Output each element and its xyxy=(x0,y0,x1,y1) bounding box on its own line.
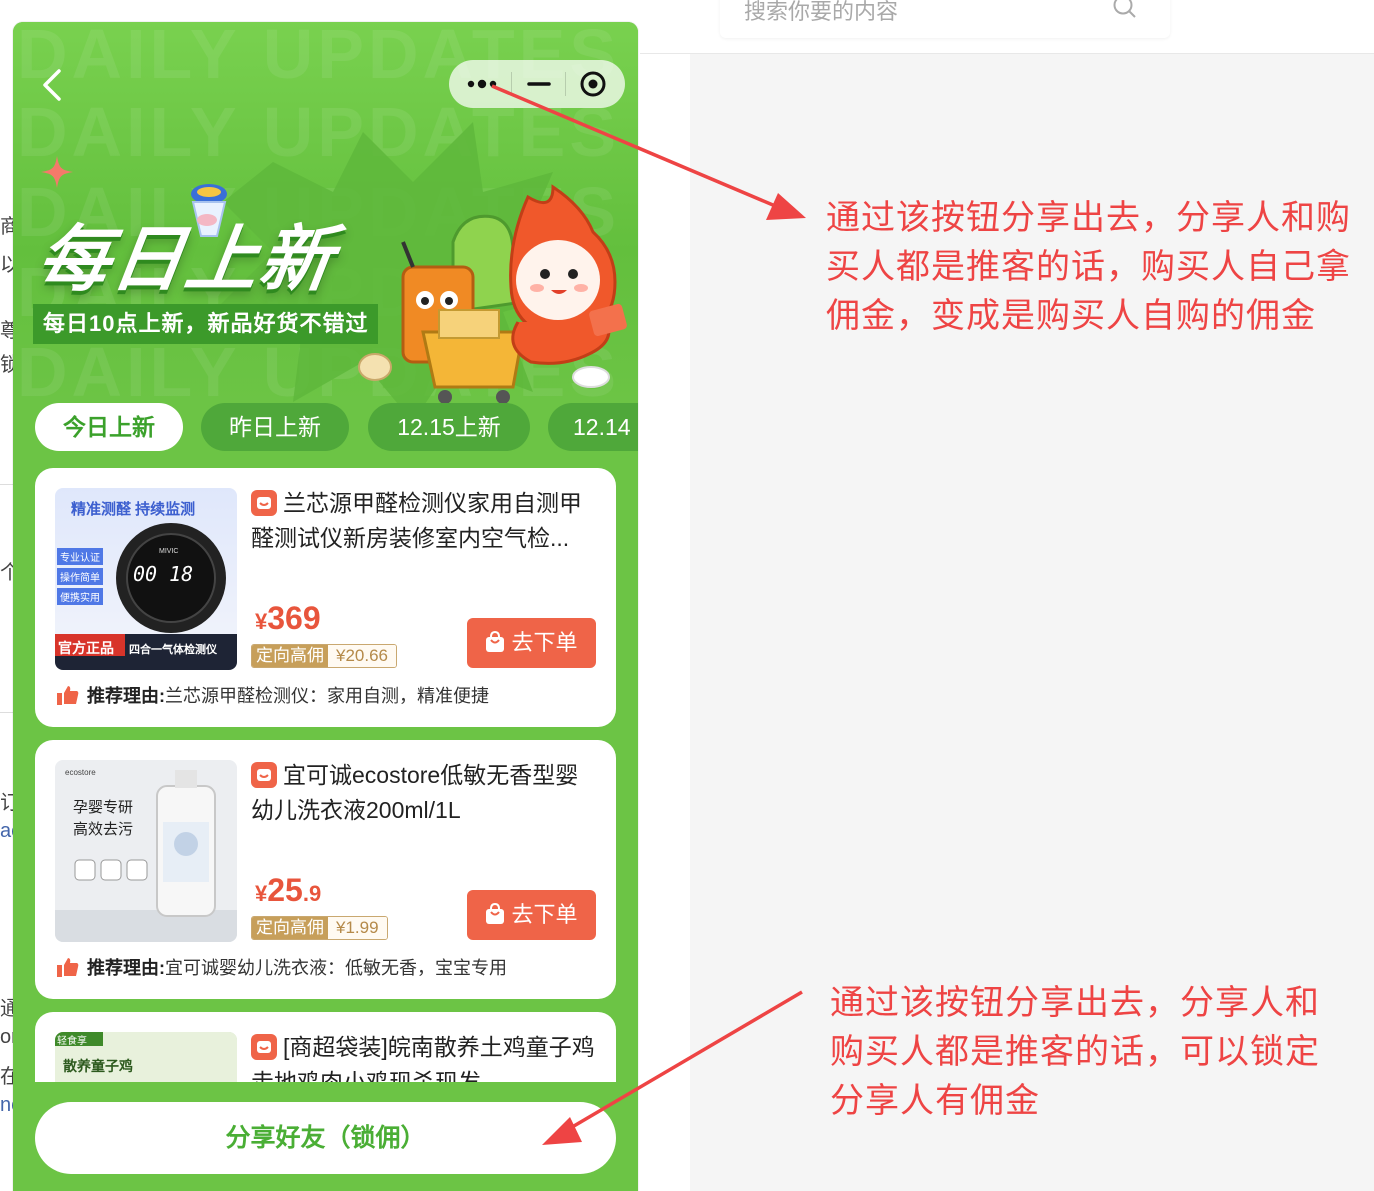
commission-label: 定向高佣 xyxy=(252,917,328,939)
product-price: ¥25.9 xyxy=(255,872,321,909)
annotation-bottom: 通过该按钮分享出去，分享人和 购买人都是推客的话，可以锁定 分享人有佣金 xyxy=(830,979,1320,1126)
buy-button[interactable]: 去下单 xyxy=(467,890,596,940)
recommend-reason: 推荐理由:兰芯源甲醛检测仪：家用自测，精准便捷 xyxy=(57,682,489,708)
image-headline: 高效去污 xyxy=(73,821,134,838)
divider xyxy=(565,72,566,96)
currency-symbol: ¥ xyxy=(255,609,268,634)
background-text: ac xyxy=(0,820,14,842)
product-card[interactable]: 精准测醛 持续监测 专业认证 操作简单 便携实用 MIVIC 00 18 官方正… xyxy=(35,468,616,727)
product-card[interactable]: ecostore 孕婴专研 高效去污 宜可诚ecostore低敏无香型婴幼儿洗衣… xyxy=(35,740,616,999)
currency-symbol: ¥ xyxy=(255,881,268,906)
annotation-line: 通过该按钮分享出去，分享人和 xyxy=(830,984,1320,1022)
product-price: ¥369 xyxy=(255,600,321,637)
image-brand: ecostore xyxy=(65,768,96,777)
minimize-icon[interactable] xyxy=(523,68,555,100)
product-title[interactable]: 宜可诚ecostore低敏无香型婴幼儿洗衣液200ml/1L xyxy=(251,758,601,828)
sparkle-icon xyxy=(41,156,73,188)
capsule-menu xyxy=(449,60,625,108)
image-headline: 散养童子鸡 xyxy=(63,1058,133,1074)
image-badge: 操作简单 xyxy=(57,568,103,585)
background-text: 锁 xyxy=(0,354,14,376)
share-friends-button[interactable]: 分享好友（锁佣） xyxy=(35,1102,616,1174)
bottom-bar: 分享好友（锁佣） xyxy=(13,1082,638,1191)
annotation-line: 买人都是推客的话，购买人自己拿 xyxy=(826,248,1351,286)
image-footer-text: 四合一气体检测仪 xyxy=(129,644,217,656)
product-image[interactable]: ecostore 孕婴专研 高效去污 xyxy=(55,760,237,942)
shopping-bag-icon xyxy=(486,631,505,652)
background-text: or xyxy=(0,1026,14,1048)
thumbs-up-icon xyxy=(57,958,79,977)
annotation-line: 分享人有佣金 xyxy=(830,1082,1040,1120)
image-headline: 精准测醛 持续监测 xyxy=(71,501,196,518)
annotation-line: 购买人都是推客的话，可以锁定 xyxy=(830,1033,1320,1071)
laundry-detergent-image xyxy=(55,760,237,942)
buy-button-label: 去下单 xyxy=(511,902,578,927)
back-chevron-icon[interactable] xyxy=(39,68,65,102)
buy-button[interactable]: 去下单 xyxy=(467,618,596,668)
price-decimal: .9 xyxy=(302,881,322,906)
commission-badge: 定向高佣 ¥1.99 xyxy=(251,916,388,940)
background-text: nc xyxy=(0,1094,14,1116)
search-icon[interactable] xyxy=(1112,0,1138,20)
image-badge: 便携实用 xyxy=(57,588,103,605)
reason-text: 兰芯源甲醛检测仪：家用自测，精准便捷 xyxy=(165,686,489,706)
image-brand: MIVIC xyxy=(159,548,179,555)
image-screen-digits: 00 18 xyxy=(133,562,194,586)
divider xyxy=(511,72,512,96)
search-input[interactable]: 搜索你要的内容 xyxy=(744,0,898,26)
divider xyxy=(640,53,1374,54)
reason-text: 宜可诚婴幼儿洗衣液：低敏无香，宝宝专用 xyxy=(165,958,507,978)
image-badge: 专业认证 xyxy=(57,548,103,565)
annotation-line: 通过该按钮分享出去，分享人和购 xyxy=(826,199,1351,237)
hero-subtitle: 每日10点上新，新品好货不错过 xyxy=(33,304,379,344)
divider xyxy=(0,484,14,485)
product-title[interactable]: 兰芯源甲醛检测仪家用自测甲醛测试仪新房装修室内空气检... xyxy=(251,486,601,556)
background-text: 尊 xyxy=(0,320,14,342)
hero-banner: DAILY UPDATES DAILY UPDATES DAILY UPDATE… xyxy=(13,22,638,422)
commission-value: ¥20.66 xyxy=(328,645,396,667)
image-tag: 轻食享 xyxy=(57,1036,87,1047)
commission-value: ¥1.99 xyxy=(328,917,387,939)
background-text: 商 xyxy=(0,216,14,238)
commission-label: 定向高佣 xyxy=(252,645,328,667)
recommend-reason: 推荐理由:宜可诚婴幼儿洗衣液：低敏无香，宝宝专用 xyxy=(57,954,507,980)
annotation-top: 通过该按钮分享出去，分享人和购 买人都是推客的话，购买人自己拿 佣金，变成是购买… xyxy=(826,194,1351,341)
tab-yesterday[interactable]: 昨日上新 xyxy=(201,403,349,451)
hero-title: 每日上新 xyxy=(32,220,340,300)
more-dots-icon[interactable] xyxy=(463,68,503,100)
image-headline: 孕婴专研 xyxy=(73,799,134,816)
price-integer: 25 xyxy=(267,872,303,908)
mascot-illustration xyxy=(358,184,627,404)
date-tabs: 今日上新 昨日上新 12.15上新 12.14 xyxy=(35,403,638,451)
shopping-bag-icon xyxy=(486,903,505,924)
product-image[interactable]: 精准测醛 持续监测 专业认证 操作简单 便携实用 MIVIC 00 18 官方正… xyxy=(55,488,237,670)
reason-label: 推荐理由: xyxy=(87,958,165,978)
search-box[interactable]: 搜索你要的内容 xyxy=(720,0,1170,38)
mini-program-window: DAILY UPDATES DAILY UPDATES DAILY UPDATE… xyxy=(13,22,638,1191)
annotation-line: 佣金，变成是购买人自购的佣金 xyxy=(826,297,1316,335)
price-integer: 369 xyxy=(267,600,321,636)
commission-badge: 定向高佣 ¥20.66 xyxy=(251,644,397,668)
close-target-icon[interactable] xyxy=(577,68,609,100)
background-text: 在 xyxy=(0,1066,14,1088)
reason-label: 推荐理由: xyxy=(87,686,165,706)
tab-12-15[interactable]: 12.15上新 xyxy=(368,403,530,451)
background-text: 以 xyxy=(0,254,14,276)
image-footer-tag: 官方正品 xyxy=(58,640,114,656)
background-text: 通 xyxy=(0,998,14,1020)
buy-button-label: 去下单 xyxy=(511,630,578,655)
background-text: 订 xyxy=(0,792,14,814)
tab-today[interactable]: 今日上新 xyxy=(35,403,183,451)
tab-12-14[interactable]: 12.14 xyxy=(548,403,638,451)
thumbs-up-icon xyxy=(57,686,79,705)
divider xyxy=(0,712,14,713)
background-text: 个 xyxy=(0,562,14,584)
